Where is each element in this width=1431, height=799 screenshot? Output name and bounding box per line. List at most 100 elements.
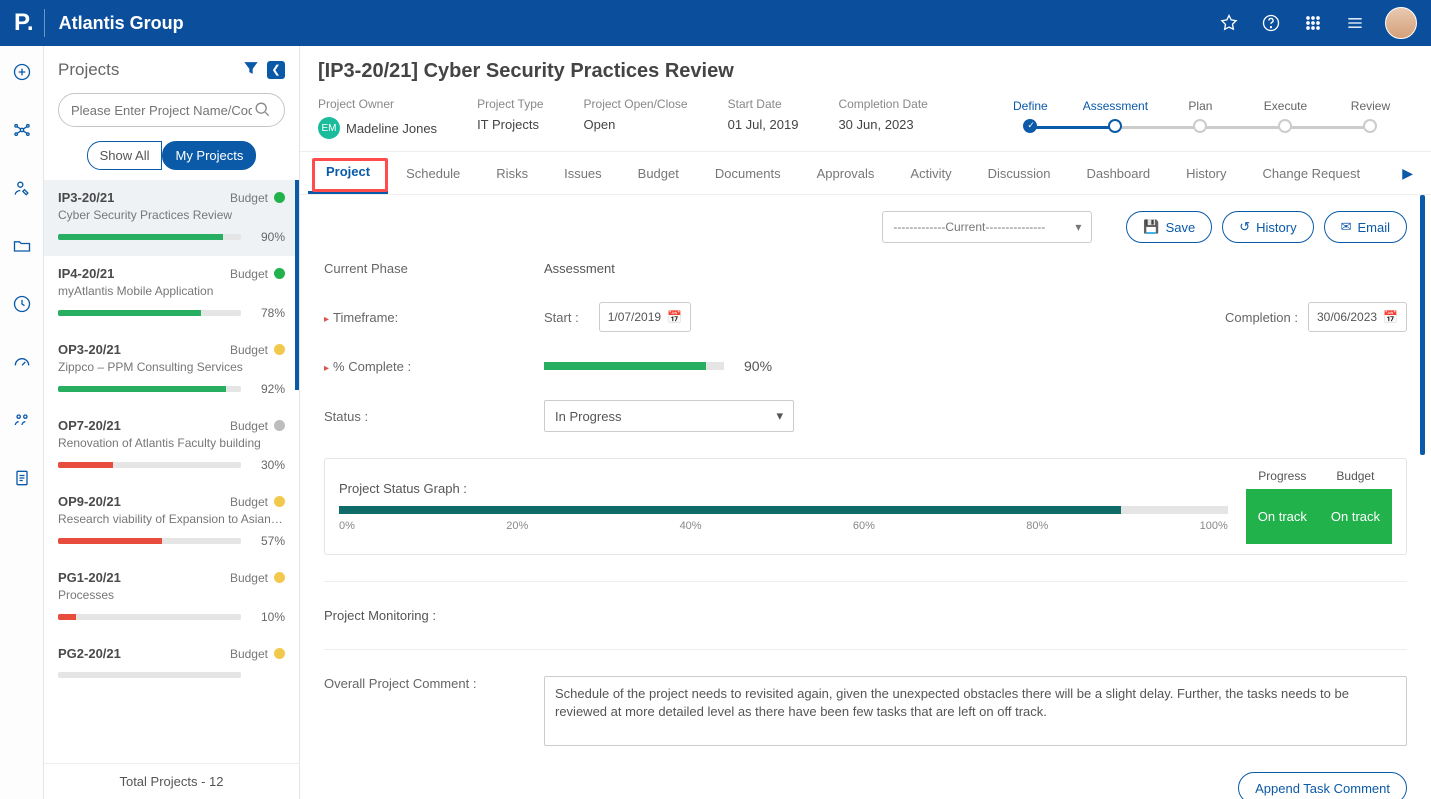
- progress-pct: 30%: [251, 458, 285, 472]
- compdate-value: 30 Jun, 2023: [838, 117, 927, 132]
- tab-documents[interactable]: Documents: [697, 154, 799, 193]
- openclose-value: Open: [584, 117, 688, 132]
- tab-budget[interactable]: Budget: [620, 154, 697, 193]
- startdate-value: 01 Jul, 2019: [728, 117, 799, 132]
- phase-step-label: Assessment: [1083, 99, 1148, 113]
- type-label: Project Type: [477, 97, 543, 111]
- project-id: IP4-20/21: [58, 266, 230, 281]
- budget-label: Budget: [230, 571, 268, 585]
- version-select-label: -------------Current---------------: [893, 220, 1045, 234]
- document-icon[interactable]: [10, 466, 34, 490]
- email-icon: ✉: [1341, 219, 1352, 235]
- project-card[interactable]: OP7-20/21 Budget Renovation of Atlantis …: [44, 408, 299, 484]
- phase-step[interactable]: Define: [988, 99, 1073, 133]
- filter-icon[interactable]: [241, 58, 261, 81]
- status-select-value: In Progress: [555, 409, 621, 424]
- save-label: Save: [1166, 220, 1196, 235]
- menu-icon[interactable]: [1343, 11, 1367, 35]
- project-card[interactable]: IP4-20/21 Budget myAtlantis Mobile Appli…: [44, 256, 299, 332]
- history-button[interactable]: ↺History: [1222, 211, 1313, 243]
- tab-dashboard[interactable]: Dashboard: [1068, 154, 1168, 193]
- budget-status-chip: On track: [1319, 489, 1392, 544]
- project-card[interactable]: IP3-20/21 Budget Cyber Security Practice…: [44, 180, 299, 256]
- progress-bar: [58, 672, 241, 678]
- status-select[interactable]: In Progress ▾: [544, 400, 794, 432]
- project-name: Cyber Security Practices Review: [58, 208, 285, 222]
- history-icon: ↺: [1239, 219, 1250, 235]
- email-button[interactable]: ✉Email: [1324, 211, 1407, 243]
- star-icon[interactable]: [1217, 11, 1241, 35]
- phase-value: Assessment: [544, 261, 1407, 276]
- tick-label: 60%: [853, 520, 875, 532]
- startdate-label: Start Date: [728, 97, 799, 111]
- tab-schedule[interactable]: Schedule: [388, 154, 478, 193]
- tab-project[interactable]: Project: [308, 152, 388, 194]
- search-icon: [252, 99, 272, 122]
- project-id: OP7-20/21: [58, 418, 230, 433]
- progress-pct: 10%: [251, 610, 285, 624]
- save-button[interactable]: 💾Save: [1126, 211, 1212, 243]
- project-card[interactable]: PG2-20/21 Budget: [44, 636, 299, 690]
- overall-comment-textarea[interactable]: Schedule of the project needs to revisit…: [544, 676, 1407, 746]
- status-graph-bar: [339, 506, 1228, 514]
- project-name: Renovation of Atlantis Faculty building: [58, 436, 285, 450]
- project-card[interactable]: PG1-20/21 Budget Processes 10%: [44, 560, 299, 636]
- version-select[interactable]: -------------Current---------------▾: [882, 211, 1092, 243]
- tab-issues[interactable]: Issues: [546, 154, 620, 193]
- network-icon[interactable]: [10, 118, 34, 142]
- project-name: Research viability of Expansion to Asian…: [58, 512, 285, 526]
- avatar[interactable]: [1385, 7, 1417, 39]
- budget-label: Budget: [230, 191, 268, 205]
- openclose-label: Project Open/Close: [584, 97, 688, 111]
- folder-icon[interactable]: [10, 234, 34, 258]
- page-title: [IP3-20/21] Cyber Security Practices Rev…: [300, 46, 1431, 93]
- progress-bar: [58, 234, 241, 240]
- my-projects-toggle[interactable]: My Projects: [162, 141, 256, 170]
- collapse-sidebar-button[interactable]: ❮: [267, 61, 285, 79]
- budget-status-dot: [274, 268, 285, 279]
- person-edit-icon[interactable]: [10, 176, 34, 200]
- tab-history[interactable]: History: [1168, 154, 1244, 193]
- project-id: PG1-20/21: [58, 570, 230, 585]
- tick-label: 100%: [1200, 520, 1228, 532]
- tabs-scroll-right-icon[interactable]: ▶: [1392, 165, 1423, 182]
- clock-dollar-icon[interactable]: [10, 292, 34, 316]
- tab-discussion[interactable]: Discussion: [970, 154, 1069, 193]
- pct-complete-value: 90%: [744, 358, 772, 374]
- phase-step[interactable]: Plan: [1158, 99, 1243, 133]
- owner-avatar: EM: [318, 117, 340, 139]
- phase-step-label: Plan: [1188, 99, 1212, 113]
- completion-word: Completion :: [1225, 310, 1298, 325]
- project-card[interactable]: OP9-20/21 Budget Research viability of E…: [44, 484, 299, 560]
- help-icon[interactable]: [1259, 11, 1283, 35]
- completion-date-input[interactable]: 30/06/2023📅: [1308, 302, 1407, 332]
- tab-approvals[interactable]: Approvals: [799, 154, 893, 193]
- project-card[interactable]: OP3-20/21 Budget Zippco – PPM Consulting…: [44, 332, 299, 408]
- tick-label: 0%: [339, 520, 355, 532]
- gauge-icon[interactable]: [10, 350, 34, 374]
- add-icon[interactable]: [10, 60, 34, 84]
- search-input-wrap[interactable]: [58, 93, 285, 127]
- pct-complete-label: % Complete :: [324, 359, 544, 374]
- divider: [324, 649, 1407, 650]
- tab-change-request[interactable]: Change Request: [1245, 154, 1379, 193]
- phase-step[interactable]: Execute: [1243, 99, 1328, 133]
- search-input[interactable]: [71, 103, 252, 118]
- budget-label: Budget: [230, 419, 268, 433]
- start-date-input[interactable]: 1/07/2019📅: [599, 302, 691, 332]
- apps-grid-icon[interactable]: [1301, 11, 1325, 35]
- show-all-toggle[interactable]: Show All: [87, 141, 163, 170]
- phase-step[interactable]: Review: [1328, 99, 1413, 133]
- status-graph-title: Project Status Graph :: [339, 481, 1228, 496]
- chevron-down-icon: ▾: [776, 408, 783, 424]
- phase-step[interactable]: Assessment: [1073, 99, 1158, 133]
- start-word: Start :: [544, 310, 579, 325]
- progress-bar: [58, 538, 241, 544]
- tab-risks[interactable]: Risks: [478, 154, 546, 193]
- project-name: myAtlantis Mobile Application: [58, 284, 285, 298]
- append-task-comment-button[interactable]: Append Task Comment: [1238, 772, 1407, 799]
- budget-label: Budget: [230, 267, 268, 281]
- people-icon[interactable]: [10, 408, 34, 432]
- tab-activity[interactable]: Activity: [892, 154, 969, 193]
- budget-status-dot: [274, 496, 285, 507]
